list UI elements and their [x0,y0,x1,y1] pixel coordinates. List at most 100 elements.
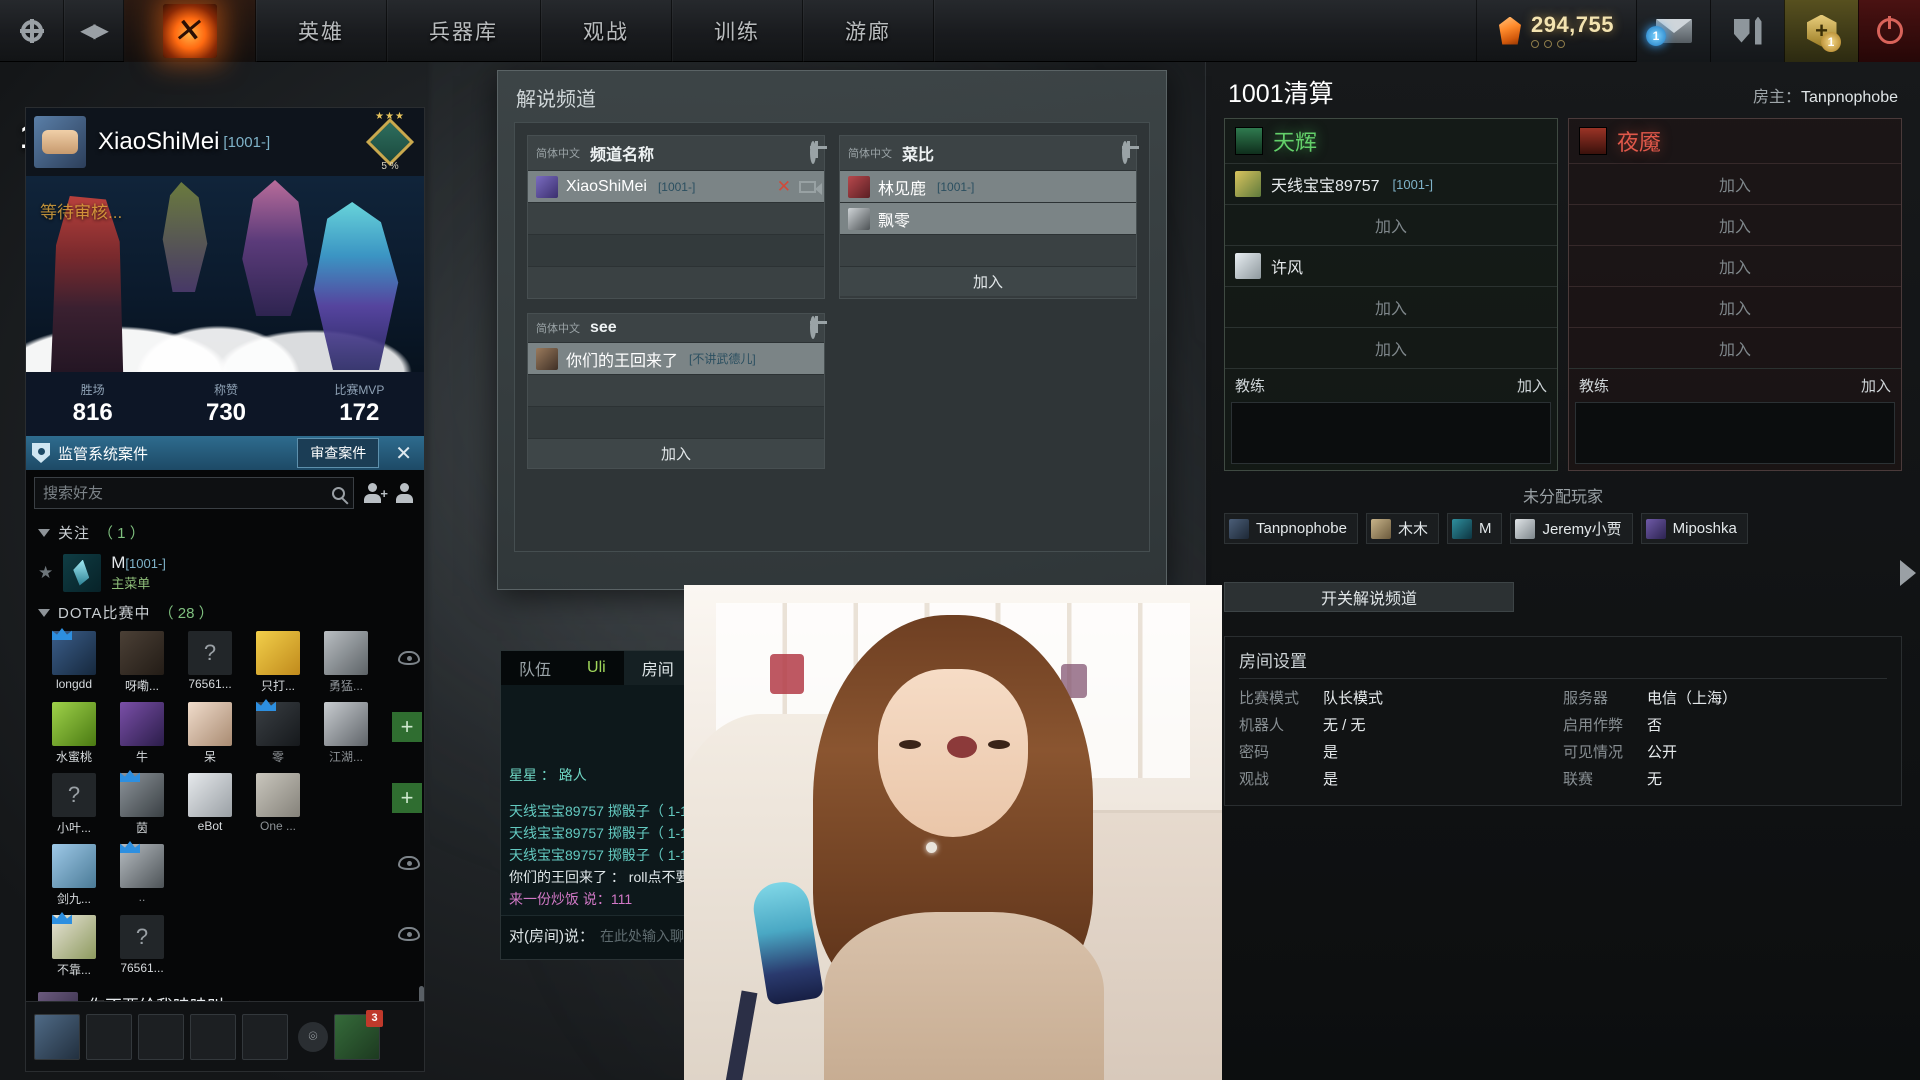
join-slot-button[interactable]: 加入 [1579,336,1891,360]
close-icon[interactable]: ✕ [777,177,791,197]
channel-empty-row[interactable] [528,202,824,234]
team-slot-empty[interactable]: 加入 [1569,327,1901,368]
join-slot-button[interactable]: 加入 [1579,213,1891,237]
spectate-icon[interactable] [398,927,420,941]
list-item[interactable]: 呀嘞... [113,631,171,694]
join-channel-button[interactable]: 加入 [528,438,824,468]
join-channel-button[interactable]: 加入 [840,266,1136,296]
spectate-icon[interactable] [398,651,420,665]
gear-icon[interactable] [810,316,816,339]
add-to-party-button[interactable]: + [392,783,422,813]
unassigned-player-chip[interactable]: Tanpnophobe [1224,513,1358,544]
spectate-icon[interactable] [398,856,420,870]
list-item[interactable]: ★ M[1001-] 主菜单 [26,549,424,596]
friends-list[interactable]: 关注 （ 1 ） ★ M[1001-] 主菜单 DOTA比赛中 （ 28 ） l… [26,516,424,1071]
unassigned-player-chip[interactable]: M [1446,513,1503,544]
nav-watch[interactable]: 观战 [541,0,672,62]
list-item[interactable]: One ... [249,773,307,836]
gear-icon[interactable] [810,141,816,164]
channel-empty-row[interactable] [528,234,824,266]
team-slot-filled[interactable]: 天线宝宝89757 [1001-] [1225,163,1557,204]
list-item[interactable]: 江湖... [317,702,375,765]
search-input[interactable] [43,484,332,502]
team-slot-empty[interactable]: 加入 [1569,204,1901,245]
list-item[interactable]: eBot [181,773,239,836]
team-slot-empty[interactable]: 加入 [1225,327,1557,368]
nav-arcade[interactable]: 游廊 [803,0,934,62]
coach-slot-area[interactable] [1231,402,1551,464]
channel-member-row[interactable]: 林见鹿 [1001-] [840,170,1136,202]
list-item[interactable]: 勇猛... [317,631,375,694]
channel-empty-row[interactable] [840,234,1136,266]
list-item[interactable]: longdd [45,628,103,694]
party-slot-self[interactable] [34,1013,80,1060]
collapse-button[interactable]: ◀▶ [64,0,124,62]
join-slot-button[interactable]: 加入 [1579,172,1891,196]
list-item[interactable]: ? 76561... [181,631,239,694]
party-slot[interactable] [190,1013,236,1060]
list-item[interactable]: 零 [249,699,307,765]
list-item[interactable]: 只打... [249,631,307,694]
join-slot-button[interactable]: 加入 [1235,336,1547,360]
nav-armory[interactable]: 兵器库 [387,0,541,62]
headset-icon[interactable]: ⌾ [298,1021,328,1052]
home-logo-button[interactable]: ✕ [124,0,256,62]
close-icon[interactable]: ✕ [387,441,420,466]
join-slot-button[interactable]: 加入 [1579,295,1891,319]
chevron-right-icon[interactable] [1900,560,1916,586]
team-slot-empty[interactable]: 加入 [1225,204,1557,245]
channel-empty-row[interactable] [528,406,824,438]
team-slot-empty[interactable]: 加入 [1569,163,1901,204]
party-invites-button[interactable]: 3 [334,1009,383,1060]
section-following[interactable]: 关注 （ 1 ） [26,516,424,549]
search-input-wrapper[interactable] [34,477,354,509]
dota-plus-button[interactable]: + 1 [1784,0,1858,62]
list-item[interactable]: 水蜜桃 [45,702,103,765]
settings-button[interactable] [0,0,64,62]
coach-join-button[interactable]: 加入 [1517,375,1547,396]
channel-member-row[interactable]: 飘零 [840,202,1136,234]
add-friend-icon[interactable]: + [364,483,388,503]
nav-heroes[interactable]: 英雄 [256,0,387,62]
profile-card[interactable]: XiaoShiMei [1001-] ★★★ 5 % [26,108,424,176]
channel-member-row[interactable]: XiaoShiMei [1001-] ✕ [528,170,824,202]
join-slot-button[interactable]: 加入 [1579,254,1891,278]
power-button[interactable] [1858,0,1920,62]
unassigned-player-chip[interactable]: Jeremy小贾 [1510,513,1633,544]
team-slot-filled[interactable]: 许风 [1225,245,1557,286]
channel-empty-row[interactable] [528,374,824,406]
tab-team[interactable]: 队伍 [501,651,569,685]
list-item[interactable]: ? 小叶... [45,773,103,836]
party-slot[interactable] [242,1013,288,1060]
list-item[interactable]: 茵 [113,770,171,836]
add-to-party-button[interactable]: + [392,712,422,742]
tab-uli[interactable]: Uli [569,651,624,685]
unassigned-player-chip[interactable]: Miposhka [1640,513,1748,544]
join-slot-button[interactable]: 加入 [1235,213,1547,237]
unassigned-player-chip[interactable]: 木木 [1365,513,1439,544]
team-slot-empty[interactable]: 加入 [1225,286,1557,327]
gear-icon[interactable] [1122,141,1128,164]
review-case-button[interactable]: 审查案件 [297,438,380,468]
camera-icon[interactable] [799,180,822,195]
list-item[interactable]: 牛 [113,702,171,765]
currency-display[interactable]: 294,755 [1477,0,1636,62]
mail-button[interactable]: 1 [1636,0,1710,62]
coach-join-button[interactable]: 加入 [1861,375,1891,396]
coach-slot-area[interactable] [1575,402,1895,464]
party-slot[interactable] [138,1013,184,1060]
team-slot-empty[interactable]: 加入 [1569,286,1901,327]
join-slot-button[interactable]: 加入 [1235,295,1547,319]
armory-button[interactable] [1710,0,1784,62]
friend-group-icon[interactable] [396,483,418,503]
nav-learn[interactable]: 训练 [672,0,803,62]
channel-empty-row[interactable] [528,266,824,298]
team-slot-empty[interactable]: 加入 [1569,245,1901,286]
section-ingame[interactable]: DOTA比赛中 （ 28 ） [26,596,424,629]
channel-member-row[interactable]: 你们的王回来了 [不讲武德儿] [528,342,824,374]
list-item[interactable]: 不靠... [45,912,103,978]
list-item[interactable]: ? 76561... [113,915,171,978]
toggle-commentary-channel-button[interactable]: 开关解说频道 [1224,582,1514,612]
list-item[interactable]: 剑九... [45,844,103,907]
list-item[interactable]: 呆 [181,702,239,765]
